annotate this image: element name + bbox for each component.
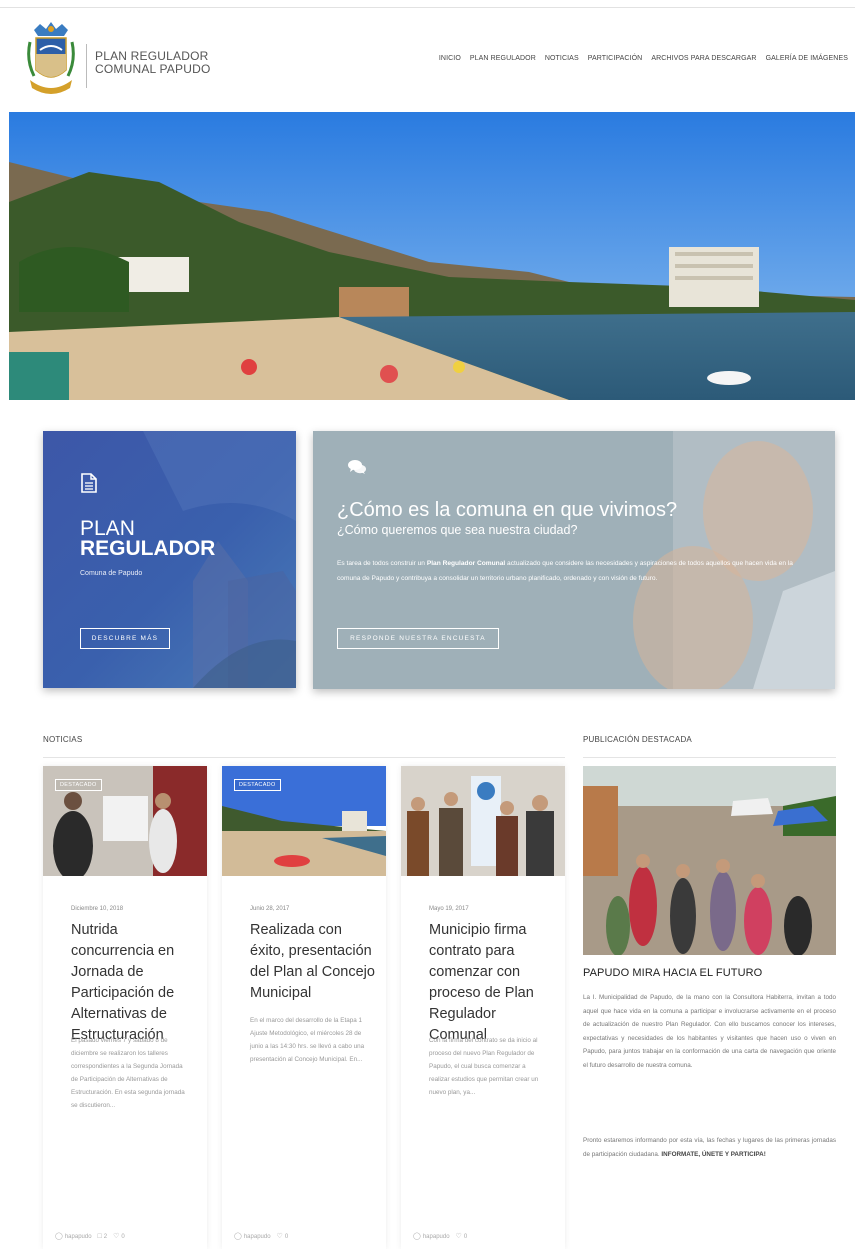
news-meta: ◯ hapapudo □ 2 ♡ 0 bbox=[55, 1232, 125, 1241]
news-excerpt: En el marco del desarrollo de la Etapa 1… bbox=[250, 1017, 365, 1063]
news-card[interactable]: Mayo 19, 2017 Municipio firma contrato p… bbox=[401, 766, 565, 1249]
destacado-badge: DESTACADO bbox=[234, 779, 281, 791]
likes-meta[interactable]: ♡ 0 bbox=[456, 1232, 468, 1240]
news-date: Mayo 19, 2017 bbox=[429, 906, 469, 912]
encuesta-card: ¿Cómo es la comuna en que vivimos? ¿Cómo… bbox=[313, 431, 835, 689]
main-nav: INICIO PLAN REGULADOR NOTICIAS PARTICIPA… bbox=[439, 55, 848, 62]
plan-regulador-card: PLAN REGULADOR Comuna de Papudo DESCUBRE… bbox=[43, 431, 296, 688]
encuesta-description: Es tarea de todos construir un Plan Regu… bbox=[337, 560, 793, 582]
author-meta[interactable]: ◯ hapapudo bbox=[234, 1232, 271, 1240]
author-meta[interactable]: ◯ hapapudo bbox=[413, 1232, 450, 1240]
nav-galeria[interactable]: GALERÍA DE IMÁGENES bbox=[766, 55, 848, 62]
site-brand[interactable]: PLAN REGULADOR COMUNAL PAPUDO bbox=[95, 50, 210, 76]
user-icon: ◯ bbox=[234, 1233, 242, 1240]
heart-icon: ♡ bbox=[455, 1233, 462, 1240]
featured-photo[interactable] bbox=[583, 766, 836, 955]
site-header: PLAN REGULADOR COMUNAL PAPUDO INICIO PLA… bbox=[0, 8, 855, 112]
likes-meta[interactable]: ♡ 0 bbox=[277, 1232, 289, 1240]
likes-meta[interactable]: ♡ 0 bbox=[113, 1232, 125, 1240]
news-meta: ◯ hapapudo ♡ 0 bbox=[234, 1232, 288, 1240]
news-title[interactable]: Realizada con éxito, presentación del Pl… bbox=[250, 920, 375, 1004]
brand-line-2: COMUNAL PAPUDO bbox=[95, 62, 211, 76]
nav-participacion[interactable]: PARTICIPACIÓN bbox=[588, 55, 643, 62]
news-card[interactable]: DESTACADO Junio 28, 2017 Realizada con é… bbox=[222, 766, 386, 1249]
news-title[interactable]: Nutrida concurrencia en Jornada de Parti… bbox=[71, 920, 196, 1046]
encuesta-question-2: ¿Cómo queremos que sea nuestra ciudad? bbox=[337, 523, 578, 537]
chat-bubbles-icon bbox=[348, 460, 366, 474]
descubre-mas-button[interactable]: DESCUBRE MÁS bbox=[80, 628, 170, 649]
document-icon bbox=[81, 473, 97, 493]
user-icon: ◯ bbox=[55, 1233, 63, 1240]
noticias-heading: NOTICIAS bbox=[43, 735, 83, 744]
featured-title[interactable]: PAPUDO MIRA HACIA EL FUTURO bbox=[583, 967, 762, 979]
papudo-coat-of-arms-logo[interactable] bbox=[26, 20, 76, 100]
nav-archivos[interactable]: ARCHIVOS PARA DESCARGAR bbox=[651, 55, 756, 62]
news-date: Junio 28, 2017 bbox=[250, 906, 290, 912]
news-card[interactable]: DESTACADO Diciembre 10, 2018 Nutrida con… bbox=[43, 766, 207, 1249]
news-thumbnail[interactable]: DESTACADO bbox=[222, 766, 386, 876]
nav-inicio[interactable]: INICIO bbox=[439, 55, 461, 62]
destacado-badge: DESTACADO bbox=[55, 779, 102, 791]
nav-plan-regulador[interactable]: PLAN REGULADOR bbox=[470, 55, 536, 62]
news-date: Diciembre 10, 2018 bbox=[71, 906, 124, 912]
plan-card-subtitle: Comuna de Papudo bbox=[80, 570, 143, 577]
news-thumbnail[interactable]: DESTACADO bbox=[43, 766, 207, 876]
heart-icon: ♡ bbox=[276, 1233, 283, 1240]
publicacion-destacada-heading: PUBLICACIÓN DESTACADA bbox=[583, 735, 692, 744]
featured-body: La I. Municipalidad de Papudo, de la man… bbox=[583, 994, 836, 1069]
plan-card-title-line1: PLAN bbox=[80, 517, 135, 540]
comment-icon: □ bbox=[97, 1232, 102, 1240]
destacada-divider bbox=[583, 757, 836, 758]
hero-beach-photo bbox=[9, 112, 855, 400]
user-icon: ◯ bbox=[413, 1233, 421, 1240]
featured-body-2: Pronto estaremos informando por esta vía… bbox=[583, 1137, 836, 1158]
heart-icon: ♡ bbox=[113, 1233, 120, 1240]
comments-meta[interactable]: □ 2 bbox=[98, 1233, 108, 1240]
news-excerpt: Con la firma del contrato se da inicio a… bbox=[429, 1037, 539, 1096]
plan-card-title-line2: REGULADOR bbox=[80, 537, 216, 560]
responde-encuesta-button[interactable]: RESPONDE NUESTRA ENCUESTA bbox=[337, 628, 499, 649]
news-meta: ◯ hapapudo ♡ 0 bbox=[413, 1232, 467, 1240]
noticias-divider bbox=[43, 757, 565, 758]
logo-separator bbox=[86, 44, 87, 88]
news-excerpt: El pasado viernes 7 y sábado 8 de diciem… bbox=[71, 1037, 185, 1109]
news-thumbnail[interactable] bbox=[401, 766, 565, 876]
nav-noticias[interactable]: NOTICIAS bbox=[545, 55, 579, 62]
news-title[interactable]: Municipio firma contrato para comenzar c… bbox=[429, 920, 554, 1046]
encuesta-question: ¿Cómo es la comuna en que vivimos? bbox=[337, 499, 678, 521]
author-meta[interactable]: ◯ hapapudo bbox=[55, 1232, 92, 1240]
